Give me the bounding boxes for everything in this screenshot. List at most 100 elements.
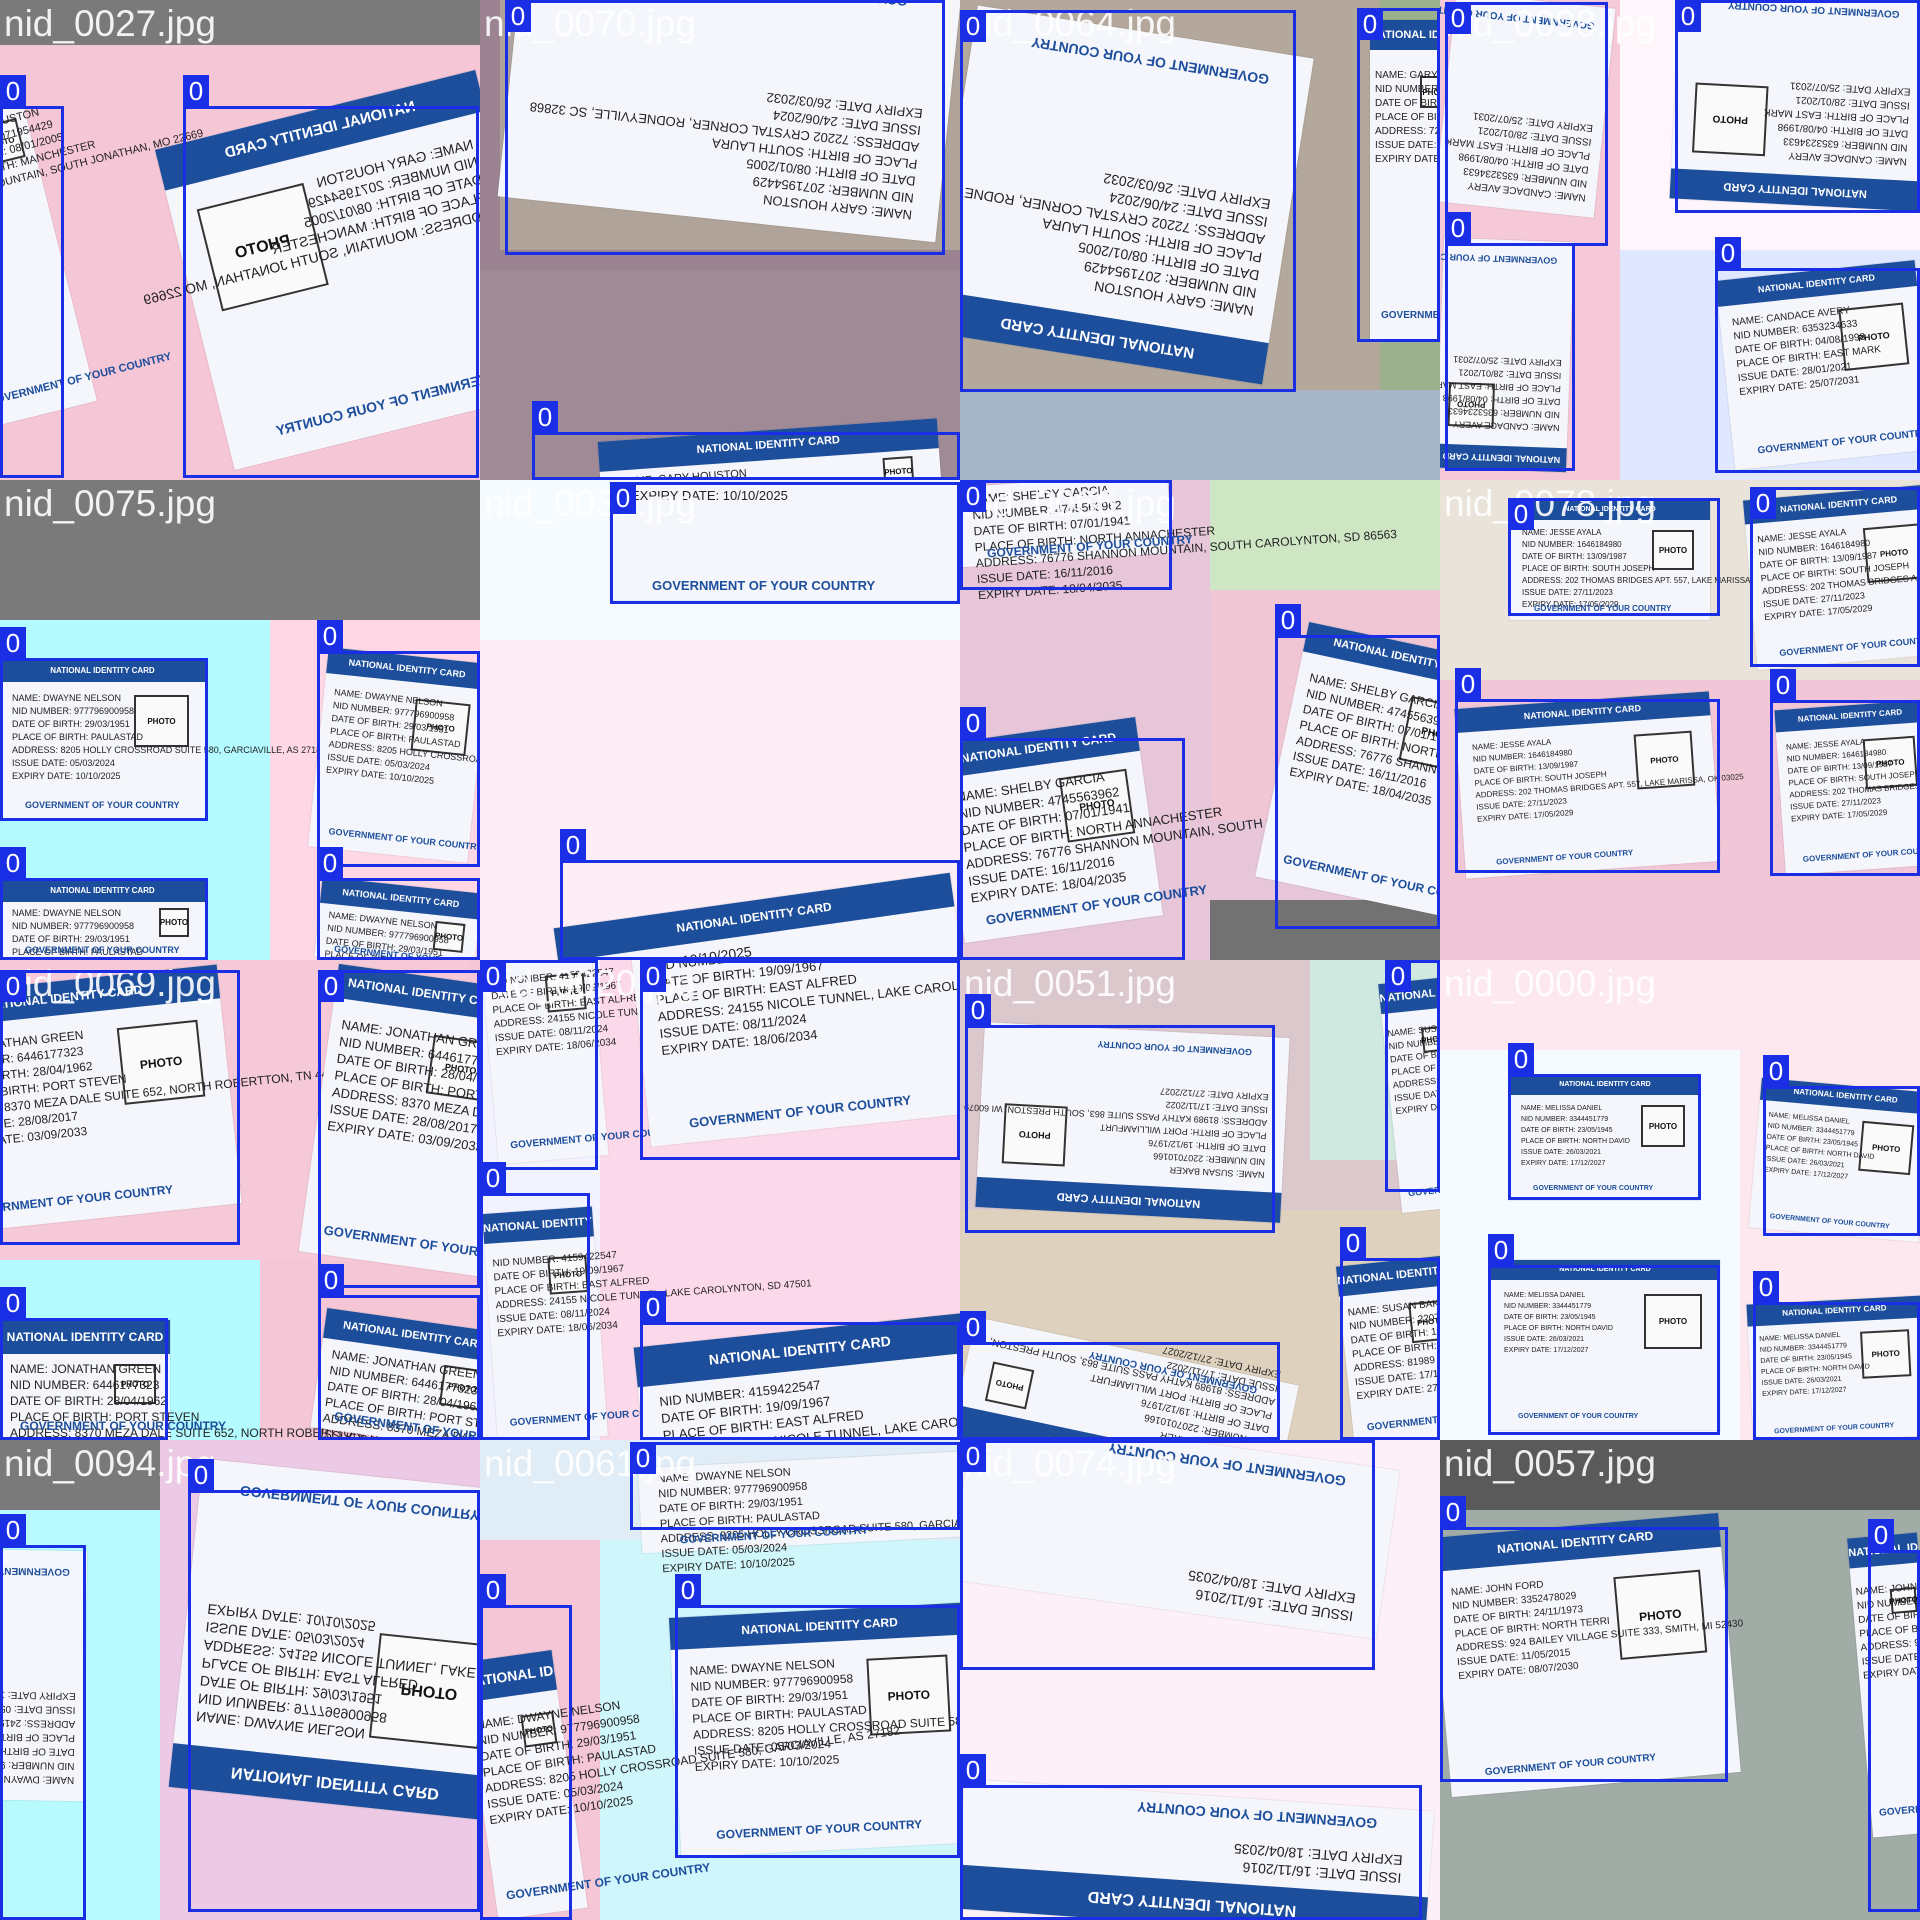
class-label: 0: [0, 75, 26, 107]
bounding-box[interactable]: 0: [1675, 0, 1920, 213]
tile-filename: nid_0057.jpg: [1444, 1443, 1656, 1484]
class-label: 0: [480, 1574, 506, 1606]
class-label: 0: [480, 1162, 506, 1194]
class-label: 0: [1385, 960, 1411, 992]
bounding-box[interactable]: 0: [560, 829, 960, 960]
class-label: 0: [1675, 0, 1701, 32]
background-patch: [960, 390, 1440, 480]
class-label: 0: [0, 1514, 26, 1546]
class-label: 0: [0, 970, 26, 1002]
bounding-box[interactable]: 0: [1763, 1055, 1920, 1236]
bounding-box[interactable]: 0: [1357, 8, 1440, 342]
image-tile[interactable]: PHOTONAME: DWAYNE NELSONNID NUMBER: 9777…: [0, 1440, 480, 1920]
bounding-box[interactable]: 0: [1385, 960, 1440, 1192]
bounding-box[interactable]: 0: [960, 1311, 1280, 1440]
image-tile[interactable]: NATIONAL IDENTITY CARD NAME: GARY HOUSTON…: [960, 0, 1440, 480]
class-label: 0: [1445, 212, 1471, 244]
image-tile[interactable]: NAME: GARY HOUSTON NID NUMBER: 2071954429…: [480, 0, 960, 480]
bounding-box[interactable]: 0: [1340, 1227, 1440, 1440]
bounding-box[interactable]: 0: [1445, 212, 1575, 471]
bounding-box[interactable]: 0: [640, 960, 960, 1160]
bounding-box[interactable]: 0: [960, 1754, 1422, 1920]
bounding-box[interactable]: 0: [0, 847, 208, 960]
class-label: 0: [318, 1264, 344, 1296]
class-label: 0: [318, 970, 344, 1002]
bounding-box[interactable]: 0: [0, 1287, 168, 1440]
bounding-box[interactable]: 0: [318, 1264, 480, 1440]
bounding-box[interactable]: 0: [1508, 1043, 1701, 1200]
tile-filename: nid_0094.jpg: [4, 1443, 216, 1484]
class-label: 0: [1275, 604, 1301, 636]
class-label: 0: [1508, 1043, 1534, 1075]
bounding-box[interactable]: 0: [1440, 1496, 1728, 1782]
image-tile[interactable]: NATIONAL IDENTITY CARD PHOTO NAME: DWAYNE …: [0, 480, 480, 960]
tile-filename: nid_0075.jpg: [4, 483, 216, 524]
tile-filename: nid_0027.jpg: [4, 3, 216, 44]
class-label: 0: [532, 401, 558, 433]
class-label: 0: [960, 707, 986, 739]
class-label: 0: [965, 994, 991, 1026]
class-label: 0: [1715, 237, 1741, 269]
bounding-box[interactable]: 0: [1753, 1271, 1920, 1440]
class-label: 0: [1750, 487, 1776, 519]
bounding-box[interactable]: 0: [1770, 669, 1920, 876]
bounding-box[interactable]: 0: [960, 707, 1185, 960]
image-tile[interactable]: PHOTO NID NUMBER: 4159422547 DATE OF BIRTH…: [480, 960, 960, 1440]
bounding-box[interactable]: 0: [960, 10, 1296, 392]
class-label: 0: [1445, 2, 1471, 34]
class-label: 0: [188, 1459, 214, 1491]
class-label: 0: [560, 829, 586, 861]
bounding-box[interactable]: 0: [960, 1440, 1375, 1670]
image-tile[interactable]: EXPIRY DATE: 10/10/2025 GOVERNMENT OF YOU…: [480, 480, 960, 960]
bounding-box[interactable]: 0: [480, 1574, 572, 1920]
bounding-box[interactable]: 0: [1715, 237, 1920, 473]
image-tile[interactable]: NATIONAL IDENTITY CARD PHOTO NAME: MELISSA…: [1440, 960, 1920, 1440]
bounding-box[interactable]: 0: [640, 1291, 960, 1440]
bounding-box[interactable]: 0: [183, 75, 479, 478]
bounding-box[interactable]: 0: [188, 1459, 480, 1912]
bounding-box[interactable]: 0: [1508, 498, 1720, 616]
bounding-box[interactable]: 0: [480, 960, 598, 1170]
bounding-box[interactable]: 0: [480, 1162, 590, 1440]
bounding-box[interactable]: 0: [965, 994, 1275, 1233]
bounding-box[interactable]: 0: [0, 75, 64, 478]
class-label: 0: [1455, 668, 1481, 700]
class-label: 0: [1753, 1271, 1779, 1303]
mosaic-grid: NATIONAL IDENTITY CARD PHOTO NAME: GARY HO…: [0, 0, 1920, 1920]
class-label: 0: [960, 1440, 986, 1472]
image-tile[interactable]: NAME: DWAYNE NELSON NID NUMBER: 977796900…: [480, 1440, 960, 1920]
bounding-box[interactable]: 0: [1488, 1234, 1720, 1435]
image-tile[interactable]: NATIONAL IDENTITY CARD PHOTO NAME: SHELBY …: [960, 480, 1440, 960]
bounding-box[interactable]: 0: [317, 620, 480, 867]
bounding-box[interactable]: 0: [1455, 668, 1720, 873]
image-tile[interactable]: NATIONAL IDENTITY CARD PHOTO NAME: JOHN FO…: [1440, 1440, 1920, 1920]
class-label: 0: [675, 1574, 701, 1606]
bounding-box[interactable]: 0: [317, 847, 480, 960]
bounding-box[interactable]: 0: [0, 1514, 86, 1920]
class-label: 0: [480, 960, 506, 992]
bounding-box[interactable]: 0: [610, 482, 960, 604]
tile-filename: nid_0051.jpg: [964, 963, 1176, 1004]
bounding-box[interactable]: 0: [532, 401, 960, 480]
image-tile[interactable]: NATIONAL IDENTITY CARD PHOTO NAME: GARY HO…: [0, 0, 480, 480]
bounding-box[interactable]: 0: [1750, 487, 1920, 667]
bounding-box[interactable]: 0: [1868, 1519, 1920, 1912]
class-label: 0: [640, 960, 666, 992]
image-tile[interactable]: ISSUE DATE: 16/11/2016 EXPIRY DATE: 18/04…: [960, 1440, 1440, 1920]
bounding-box[interactable]: 0: [0, 627, 208, 821]
bounding-box[interactable]: 0: [1445, 2, 1608, 246]
class-label: 0: [0, 627, 26, 659]
bounding-box[interactable]: 0: [960, 480, 1172, 590]
bounding-box[interactable]: 0: [318, 970, 480, 1288]
bounding-box[interactable]: 0: [630, 1442, 960, 1530]
bounding-box[interactable]: 0: [675, 1574, 960, 1858]
class-label: 0: [1770, 669, 1796, 701]
image-tile[interactable]: NATIONAL IDENTITY CARDPHOTONAME: JONATHA…: [0, 960, 480, 1440]
bounding-box[interactable]: 0: [0, 970, 240, 1245]
image-tile[interactable]: NATIONAL IDENTITY CARD PHOTO NAME: SUSAN B…: [960, 960, 1440, 1440]
bounding-box[interactable]: 0: [505, 0, 945, 255]
class-label: 0: [960, 10, 986, 42]
bounding-box[interactable]: 0: [1275, 604, 1440, 929]
image-tile[interactable]: NAME: CANDACE AVERY NID NUMBER: 635323463…: [1440, 0, 1920, 480]
image-tile[interactable]: NATIONAL IDENTITY CARD PHOTO NAME: JESSE A…: [1440, 480, 1920, 960]
